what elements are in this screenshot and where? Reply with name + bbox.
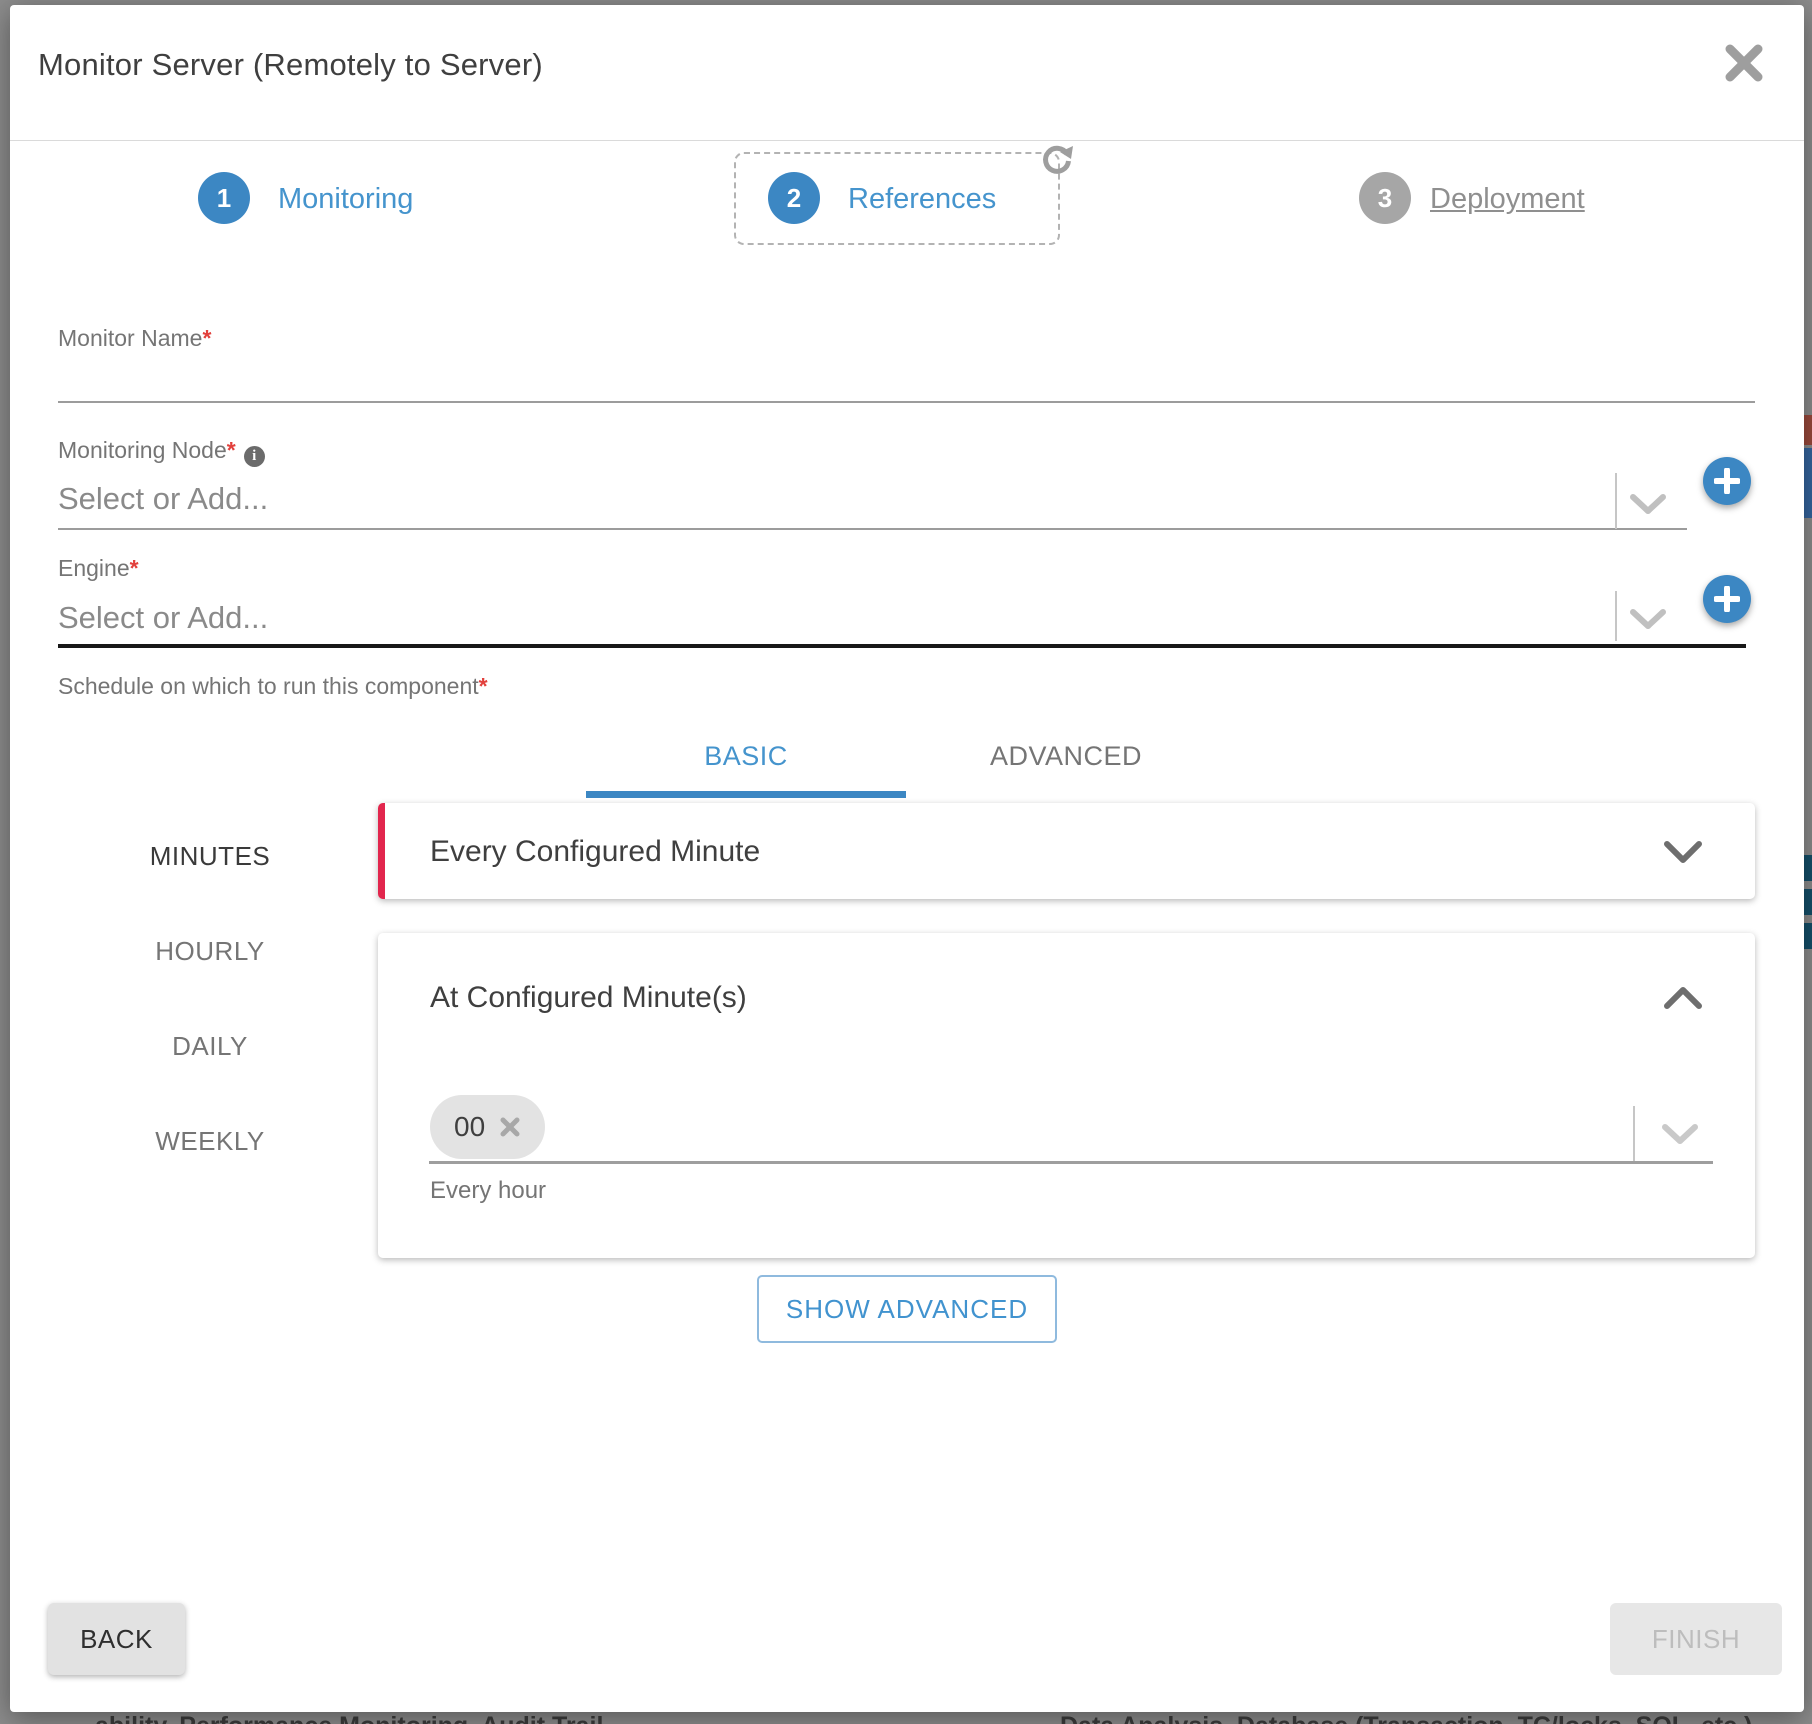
required-asterisk: *: [227, 437, 236, 463]
backdrop-fragment: [1804, 855, 1812, 881]
chevron-down-icon[interactable]: [1661, 837, 1705, 872]
engine-label: Engine*: [58, 555, 139, 582]
required-asterisk: *: [202, 325, 211, 351]
chevron-down-icon[interactable]: [1628, 491, 1668, 522]
close-icon[interactable]: [1722, 41, 1766, 85]
chevron-up-icon[interactable]: [1661, 983, 1705, 1018]
monitor-server-dialog: Monitor Server (Remotely to Server) 1 Mo…: [10, 5, 1804, 1712]
info-icon[interactable]: i: [244, 446, 265, 467]
monitor-name-label-text: Monitor Name: [58, 325, 202, 351]
minute-chip-value: 00: [454, 1111, 485, 1143]
backdrop-fragment: [1804, 415, 1812, 445]
select-divider: [1615, 591, 1617, 641]
step-3-label-deployment[interactable]: Deployment: [1430, 183, 1585, 216]
dialog-title: Monitor Server (Remotely to Server): [38, 47, 543, 83]
validation-error-bar: [378, 803, 385, 899]
active-tab-indicator: [586, 791, 906, 798]
side-tab-weekly[interactable]: WEEKLY: [110, 1126, 310, 1157]
side-tab-hourly[interactable]: HOURLY: [110, 936, 310, 967]
monitoring-node-underline: [58, 528, 1687, 530]
chip-remove-icon[interactable]: [499, 1116, 521, 1138]
engine-select[interactable]: Select or Add...: [58, 600, 268, 636]
select-divider: [1615, 473, 1617, 529]
minutes-input-underline: [429, 1161, 1713, 1164]
engine-label-text: Engine: [58, 555, 130, 581]
minute-chip: 00: [430, 1095, 545, 1159]
step-2-circle[interactable]: 2: [768, 172, 820, 224]
chevron-down-icon[interactable]: [1628, 606, 1668, 637]
add-engine-button[interactable]: [1703, 575, 1751, 623]
step-1-circle[interactable]: 1: [198, 172, 250, 224]
back-button[interactable]: BACK: [48, 1603, 185, 1675]
monitoring-node-label-text: Monitoring Node: [58, 437, 227, 463]
configured-minutes-panel: At Configured Minute(s) 00 Every hour: [378, 933, 1755, 1258]
backdrop-fragment: [1804, 889, 1812, 915]
monitor-name-input[interactable]: [58, 355, 1755, 403]
add-monitoring-node-button[interactable]: [1703, 457, 1751, 505]
tab-basic[interactable]: BASIC: [586, 741, 906, 772]
frequency-dropdown-value: Every Configured Minute: [430, 835, 760, 869]
schedule-label-text: Schedule on which to run this component: [58, 673, 479, 699]
backdrop-right-strip: [1804, 0, 1812, 1724]
step-1-label-monitoring[interactable]: Monitoring: [278, 183, 413, 216]
backdrop-text-fragment: ability, Performance Monitoring, Audit T…: [95, 1712, 610, 1724]
required-asterisk: *: [479, 673, 488, 699]
monitoring-node-select[interactable]: Select or Add...: [58, 481, 268, 517]
backdrop-bottom-strip: ability, Performance Monitoring, Audit T…: [0, 1712, 1812, 1724]
tab-advanced[interactable]: ADVANCED: [906, 741, 1226, 772]
backdrop-fragment: [1804, 448, 1812, 518]
finish-button[interactable]: FINISH: [1610, 1603, 1782, 1675]
refresh-icon[interactable]: [1040, 144, 1074, 178]
panel-title: At Configured Minute(s): [430, 981, 747, 1015]
backdrop-fragment: [1804, 923, 1812, 949]
header-divider: [10, 140, 1804, 141]
schedule-label: Schedule on which to run this component*: [58, 673, 488, 700]
step-3-circle[interactable]: 3: [1359, 172, 1411, 224]
side-tab-minutes[interactable]: MINUTES: [110, 841, 310, 872]
monitoring-node-label: Monitoring Node* i: [58, 437, 265, 467]
select-divider: [1633, 1106, 1635, 1161]
engine-underline-focused: [58, 644, 1746, 648]
monitor-name-label: Monitor Name*: [58, 325, 211, 352]
required-asterisk: *: [130, 555, 139, 581]
show-advanced-button[interactable]: SHOW ADVANCED: [757, 1275, 1057, 1343]
frequency-dropdown[interactable]: Every Configured Minute: [378, 803, 1755, 899]
step-2-label-references[interactable]: References: [848, 183, 996, 216]
chevron-down-icon[interactable]: [1660, 1121, 1700, 1152]
frequency-hint: Every hour: [430, 1177, 546, 1205]
backdrop-text-fragment: Data Analysis, Database (Transaction, TC…: [1060, 1712, 1752, 1724]
side-tab-daily[interactable]: DAILY: [110, 1031, 310, 1062]
